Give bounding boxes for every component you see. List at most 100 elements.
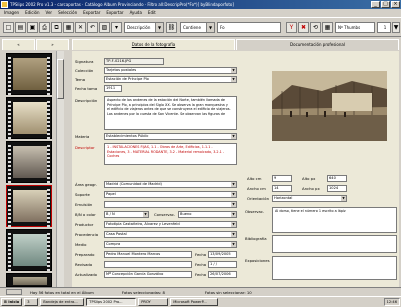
alto-cm-field[interactable]: 9 [272,175,292,182]
chevron-down-icon[interactable]: ▼ [231,182,236,187]
chevron-down-icon[interactable]: ▼ [231,134,236,139]
area-label: Área geogr. [75,182,97,187]
maximize-button[interactable]: □ [381,1,390,8]
scope-combo[interactable]: Contiene ▼ [180,22,215,33]
delete-icon[interactable]: ✕ [75,22,86,33]
film-holes [47,231,50,271]
chevron-down-icon[interactable]: ▼ [231,77,236,82]
menu-exportar-2[interactable]: Exportar [106,9,123,17]
link-icon[interactable]: ⛓ [166,22,177,33]
open-icon[interactable]: ▤ [15,22,26,33]
menu-seleccion[interactable]: Selección [58,9,77,17]
alto-px-field[interactable]: 640 [327,175,347,182]
clear-filter-button[interactable]: ✖ [298,22,309,33]
filter-icon[interactable]: ▾ [111,22,122,33]
next-button[interactable]: » [36,39,69,50]
thumbnail[interactable] [6,273,52,287]
actualizado-date[interactable]: 26/07/2006 [208,271,237,278]
chevron-down-icon[interactable]: ▼ [231,212,236,217]
actualizado-field[interactable]: Mª Concepción García Gonzálvo [104,271,192,278]
ancho-cm-field[interactable]: 14 [272,185,292,192]
thumbnail-selected[interactable] [6,185,52,227]
exposiciones-textarea[interactable] [272,256,397,280]
chevron-down-icon[interactable]: ▼ [231,68,236,73]
signatura-field[interactable]: TP-F-0216.JPG [104,58,164,65]
field-combo[interactable]: Descripción ▼ [124,22,164,33]
revisado-date[interactable]: 1 / / [208,261,237,268]
chevron-down-icon[interactable]: ▼ [231,192,236,197]
orientacion-field[interactable]: Horizontal ▼ [272,195,347,202]
materia-field[interactable]: Establecimientos Públic ▼ [104,133,237,140]
conservacion-field[interactable]: Bueno ▼ [178,211,237,218]
productor-field[interactable]: Fototipia Castañeira, Álvarez y Levenfel… [104,221,237,228]
emulsion-field[interactable]: ▼ [104,201,237,208]
image-icon[interactable]: ▨ [99,22,110,33]
thumbnail[interactable] [6,97,52,139]
menu-imagen[interactable]: Imagen [4,9,19,17]
observaciones-textarea[interactable]: Al dorso, tiene el número 1 escrito a lá… [272,207,397,233]
bibliografia-textarea[interactable] [272,235,397,253]
preparado-field[interactable]: Pedro Manuel Montero Marcos [104,251,192,258]
soporte-field[interactable]: Papel ▼ [104,191,237,198]
signatura-label: Signatura [75,59,94,64]
task-item[interactable]: Microsoft PowerP... [170,298,219,306]
film-holes [8,187,11,227]
medio-field[interactable]: Compra ▼ [104,241,237,248]
undo-icon[interactable]: ↶ [87,22,98,33]
thumbs-combo[interactable]: Nº Thumbs [335,22,375,33]
chevron-down-icon[interactable]: ▼ [143,212,148,217]
prev-button[interactable]: « [2,39,35,50]
coleccion-field[interactable]: Tarjetas postales ▼ [104,67,237,74]
tab-documentacion[interactable]: Documentación profesional [236,39,399,50]
task-item[interactable]: PROY [138,298,169,306]
task-item-active[interactable]: TPSlips 2002 Pro... [86,298,137,306]
start-button[interactable]: ⊞ Inicio [1,298,23,306]
chevron-down-icon[interactable]: ▼ [155,23,163,32]
thumbnail[interactable] [6,53,52,95]
task-item[interactable]: 3 [24,298,39,306]
new-icon[interactable]: □ [3,22,14,33]
minimize-button[interactable]: _ [371,1,380,8]
thumbs-arrow[interactable]: ▼ [392,22,400,33]
grid-icon[interactable]: ▦ [322,22,333,33]
descripcion-textarea[interactable]: Aspecto de los andenes de la estación de… [104,96,237,130]
chevron-down-icon[interactable]: ▼ [231,232,236,237]
thumbs-count[interactable]: 1 [377,22,391,33]
total-photos-button[interactable] [6,289,22,295]
menu-edicion[interactable]: Edición [25,9,39,17]
refresh-icon[interactable]: ⟲ [310,22,321,33]
procedencia-field[interactable]: Casa Postal ▼ [104,231,237,238]
sidebar-scrollbar[interactable] [56,51,64,287]
chevron-down-icon[interactable]: ▼ [231,222,236,227]
menu-ver[interactable]: Ver [46,9,53,17]
tema-field[interactable]: Estación de Príncipe Pío ▼ [104,76,237,83]
thumbnail[interactable] [6,141,52,183]
preparado-date[interactable]: 13/09/2005 [208,251,237,258]
descriptor-textarea[interactable]: 1 - INSTALACIONES FIJAS, 1.1 - Obras de … [104,143,237,165]
thumbnail[interactable] [6,229,52,271]
chevron-down-icon[interactable]: ▼ [231,242,236,247]
fechatoma-field[interactable]: 1911 [104,85,122,92]
ancho-px-field[interactable]: 1024 [327,185,347,192]
save-icon[interactable]: ▣ [27,22,38,33]
paste-icon[interactable]: ▦ [63,22,74,33]
print-icon[interactable]: ⎙ [39,22,50,33]
menu-edit[interactable]: Edit [148,9,156,17]
close-button[interactable]: × [391,1,400,8]
ancho-px-label: Ancho px [302,186,320,191]
revisado-field[interactable] [104,261,192,268]
scrollbar-thumb[interactable] [57,59,64,99]
apply-filter-button[interactable]: Y [286,22,297,33]
menu-ayuda[interactable]: Ayuda [130,9,142,17]
tab-datos[interactable]: Datos de la fotografía [72,39,235,50]
chevron-down-icon[interactable]: ▼ [206,23,214,32]
menu-exportar[interactable]: Exportar [83,9,100,17]
chevron-down-icon[interactable]: ▼ [231,202,236,207]
chevron-down-icon[interactable]: ▼ [341,196,346,201]
thumbnail-photo [13,234,47,266]
copy-icon[interactable]: ⧉ [51,22,62,33]
search-input[interactable]: Fo [217,22,281,33]
bn-field[interactable]: B / N ▼ [104,211,149,218]
task-item[interactable]: Bandeja de entra... [40,298,85,306]
area-field[interactable]: Madrid (Comunidad de Madrid) ▼ [104,181,237,188]
